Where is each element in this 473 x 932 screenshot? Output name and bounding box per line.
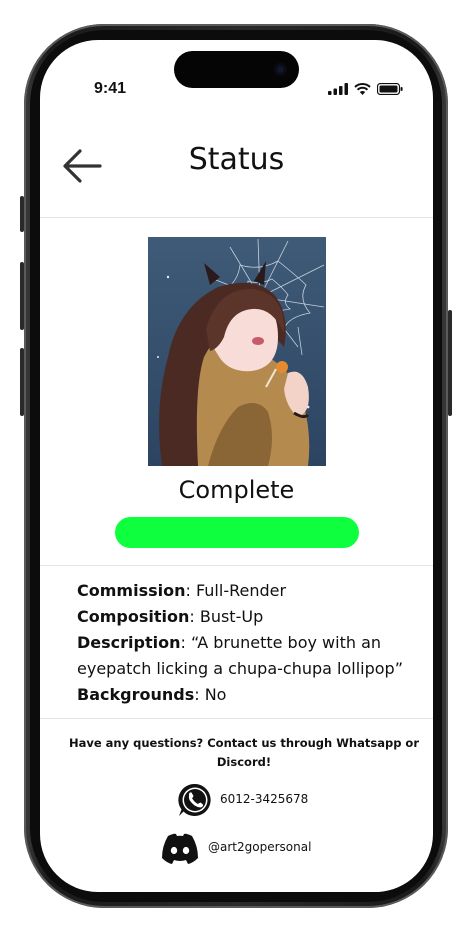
battery-icon <box>377 83 403 95</box>
status-label: Complete <box>178 476 295 504</box>
progress-bar <box>115 517 359 548</box>
power-button <box>448 310 452 416</box>
wifi-icon <box>354 83 371 95</box>
contact-prompt: Have any questions? Contact us through W… <box>68 736 420 769</box>
discord-icon[interactable] <box>160 832 200 866</box>
description-row: Description: “A brunette boy with an eye… <box>77 630 417 682</box>
backgrounds-row: Backgrounds: No <box>77 682 417 708</box>
composition-label: Composition <box>77 607 190 626</box>
composition-row: Composition: Bust-Up <box>77 604 417 630</box>
dynamic-island <box>174 51 299 88</box>
divider <box>40 718 433 719</box>
page-title: Status <box>188 142 285 177</box>
composition-value: : Bust-Up <box>189 607 264 626</box>
commission-label: Commission <box>77 581 186 600</box>
whatsapp-icon[interactable] <box>177 782 213 818</box>
whatsapp-number[interactable]: 6012-3425678 <box>220 792 308 806</box>
status-time: 9:41 <box>94 80 127 97</box>
commission-value: : Full-Render <box>185 581 287 600</box>
divider <box>40 565 433 566</box>
backgrounds-value: : No <box>194 685 227 704</box>
status-icons <box>328 83 403 95</box>
camera-icon <box>274 63 287 76</box>
discord-handle[interactable]: @art2gopersonal <box>208 840 311 854</box>
description-label: Description <box>77 633 181 652</box>
app-screen: Status 9:41 Complete Commission: Full-Re… <box>40 40 433 892</box>
backgrounds-label: Backgrounds <box>77 685 195 704</box>
cellular-signal-icon <box>328 83 348 95</box>
commission-details: Commission: Full-Render Composition: Bus… <box>77 578 417 708</box>
commission-artwork <box>148 237 326 466</box>
commission-row: Commission: Full-Render <box>77 578 417 604</box>
